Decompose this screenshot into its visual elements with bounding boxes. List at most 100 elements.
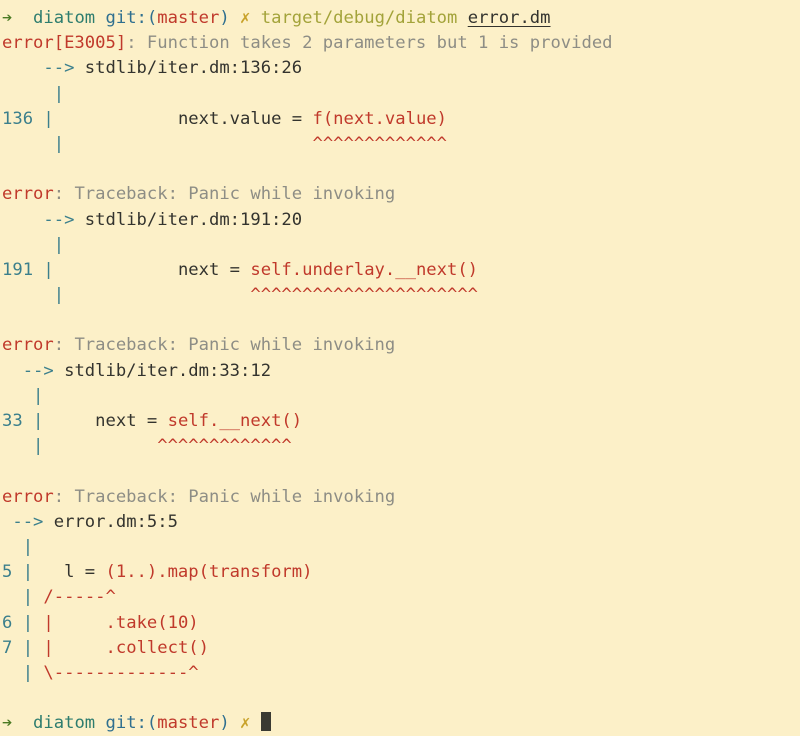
error-message: : Traceback: Panic while invoking: [53, 335, 396, 356]
source-code: next.value =: [53, 108, 313, 129]
multiline-span-close: | \-------------^: [0, 661, 800, 686]
source-line-191: 191 | next = self.underlay.__next(): [0, 258, 800, 283]
location-arrow-5: --> error.dm:5:5: [0, 510, 800, 535]
line-number: 33: [2, 411, 34, 431]
caret-pad: [64, 285, 250, 305]
git-paren-open: git:(: [105, 8, 158, 28]
location-path: stdlib/iter.dm:136:26: [74, 58, 303, 79]
source-code-highlighted: f(next.value): [312, 108, 447, 129]
source-line-136: 136 | next.value = f(next.value): [0, 107, 800, 132]
text-cursor[interactable]: [260, 712, 272, 732]
gutter-pipe: |: [53, 83, 65, 104]
gutter-pipe: |: [53, 234, 65, 255]
source-code-highlighted: self.__next(): [167, 411, 303, 431]
source-code-highlighted: (1..).map(transform): [105, 562, 313, 583]
gutter-pipe: |: [22, 612, 34, 633]
location-arrow-icon: -->: [12, 511, 44, 532]
span-open-marker: /-----^: [43, 587, 116, 608]
gutter-pipe: |: [43, 259, 54, 280]
gutter-blank-33-top: |: [0, 384, 800, 409]
location-arrow-33: --> stdlib/iter.dm:33:12: [0, 359, 800, 384]
terminal-window[interactable]: ➔ diatom git:(master) ✗ target/debug/dia…: [0, 0, 800, 733]
blank-1: [0, 157, 800, 182]
source-line-33: 33 | next = self.__next(): [0, 409, 800, 434]
gutter-pipe: |: [33, 385, 44, 406]
location-path: stdlib/iter.dm:191:20: [74, 209, 303, 230]
caret-underline: ^^^^^^^^^^^^^: [157, 436, 292, 457]
location-arrow-191: --> stdlib/iter.dm:191:20: [0, 208, 800, 233]
line-number: 136: [2, 108, 44, 129]
error-header-traceback-2: error: Traceback: Panic while invoking: [0, 333, 800, 358]
span-bar: |: [43, 612, 54, 633]
error-header-traceback-3: error: Traceback: Panic while invoking: [0, 485, 800, 510]
command-argument: error.dm: [467, 8, 551, 28]
line-number: 6: [2, 612, 23, 633]
error-header-traceback-1: error: Traceback: Panic while invoking: [0, 182, 800, 207]
source-code: next =: [53, 259, 251, 280]
blank-3: [0, 459, 800, 484]
git-branch-name: master: [157, 713, 220, 734]
gutter-pipe: |: [53, 285, 65, 306]
prompt-line-command: ➔ diatom git:(master) ✗ target/debug/dia…: [0, 6, 800, 31]
gutter-pipe: |: [22, 587, 34, 608]
gutter-pipe: |: [22, 662, 34, 683]
prompt-user: diatom: [22, 713, 106, 734]
source-code: l =: [33, 562, 106, 583]
caret-line-191: | ^^^^^^^^^^^^^^^^^^^^^^: [0, 283, 800, 308]
caret-underline: ^^^^^^^^^^^^^: [312, 133, 447, 154]
caret-line-136: | ^^^^^^^^^^^^^: [0, 132, 800, 157]
gutter-pipe: |: [22, 637, 34, 658]
error-label: error: [2, 184, 54, 205]
error-message: : Traceback: Panic while invoking: [53, 184, 396, 205]
error-message: : Function takes 2 parameters but 1 is p…: [126, 33, 613, 54]
line-number: 191: [2, 259, 44, 280]
location-arrow-icon: -->: [22, 360, 54, 381]
blank-2: [0, 308, 800, 333]
prompt-arrow-icon: ➔: [2, 8, 23, 28]
gutter-pipe: |: [43, 108, 54, 129]
source-code-highlighted: .take(10): [53, 612, 199, 633]
gutter-pipe: |: [22, 536, 34, 557]
command-binary: target/debug/diatom: [260, 8, 468, 28]
prompt-arrow-icon: ➔: [2, 713, 23, 734]
git-paren-close: ): [219, 713, 230, 734]
pad: [33, 638, 43, 658]
git-paren-close: ): [219, 8, 230, 28]
git-dirty-icon: ✗: [229, 713, 261, 734]
gutter-pipe: |: [33, 436, 44, 457]
git-dirty-icon: ✗: [229, 8, 261, 28]
location-arrow-136: --> stdlib/iter.dm:136:26: [0, 56, 800, 81]
error-header-e3005: error[E3005]: Function takes 2 parameter…: [0, 31, 800, 56]
source-code-highlighted: self.underlay.__next(): [250, 259, 479, 280]
source-line-6: 6 | | .take(10): [0, 611, 800, 636]
gutter-blank-5-top: |: [0, 535, 800, 560]
error-label: error: [2, 486, 54, 507]
span-bar: |: [43, 637, 54, 658]
source-line-5: 5 | l = (1..).map(transform): [0, 560, 800, 585]
line-number: 5: [2, 562, 23, 583]
error-message: : Traceback: Panic while invoking: [53, 486, 396, 507]
error-label: error: [2, 335, 54, 356]
caret-pad: [43, 436, 157, 456]
gutter-pipe: |: [33, 411, 44, 431]
gutter-pipe: |: [53, 133, 65, 154]
prompt-line-final: ➔ diatom git:(master) ✗: [0, 711, 800, 736]
caret-pad: [64, 134, 312, 154]
error-code-label: error[E3005]: [2, 33, 127, 54]
source-code-highlighted: .collect(): [53, 637, 209, 658]
multiline-span-open: | /-----^: [0, 585, 800, 610]
pad: [33, 613, 43, 633]
gutter-blank-136-top: |: [0, 82, 800, 107]
prompt-user: diatom: [22, 8, 106, 28]
